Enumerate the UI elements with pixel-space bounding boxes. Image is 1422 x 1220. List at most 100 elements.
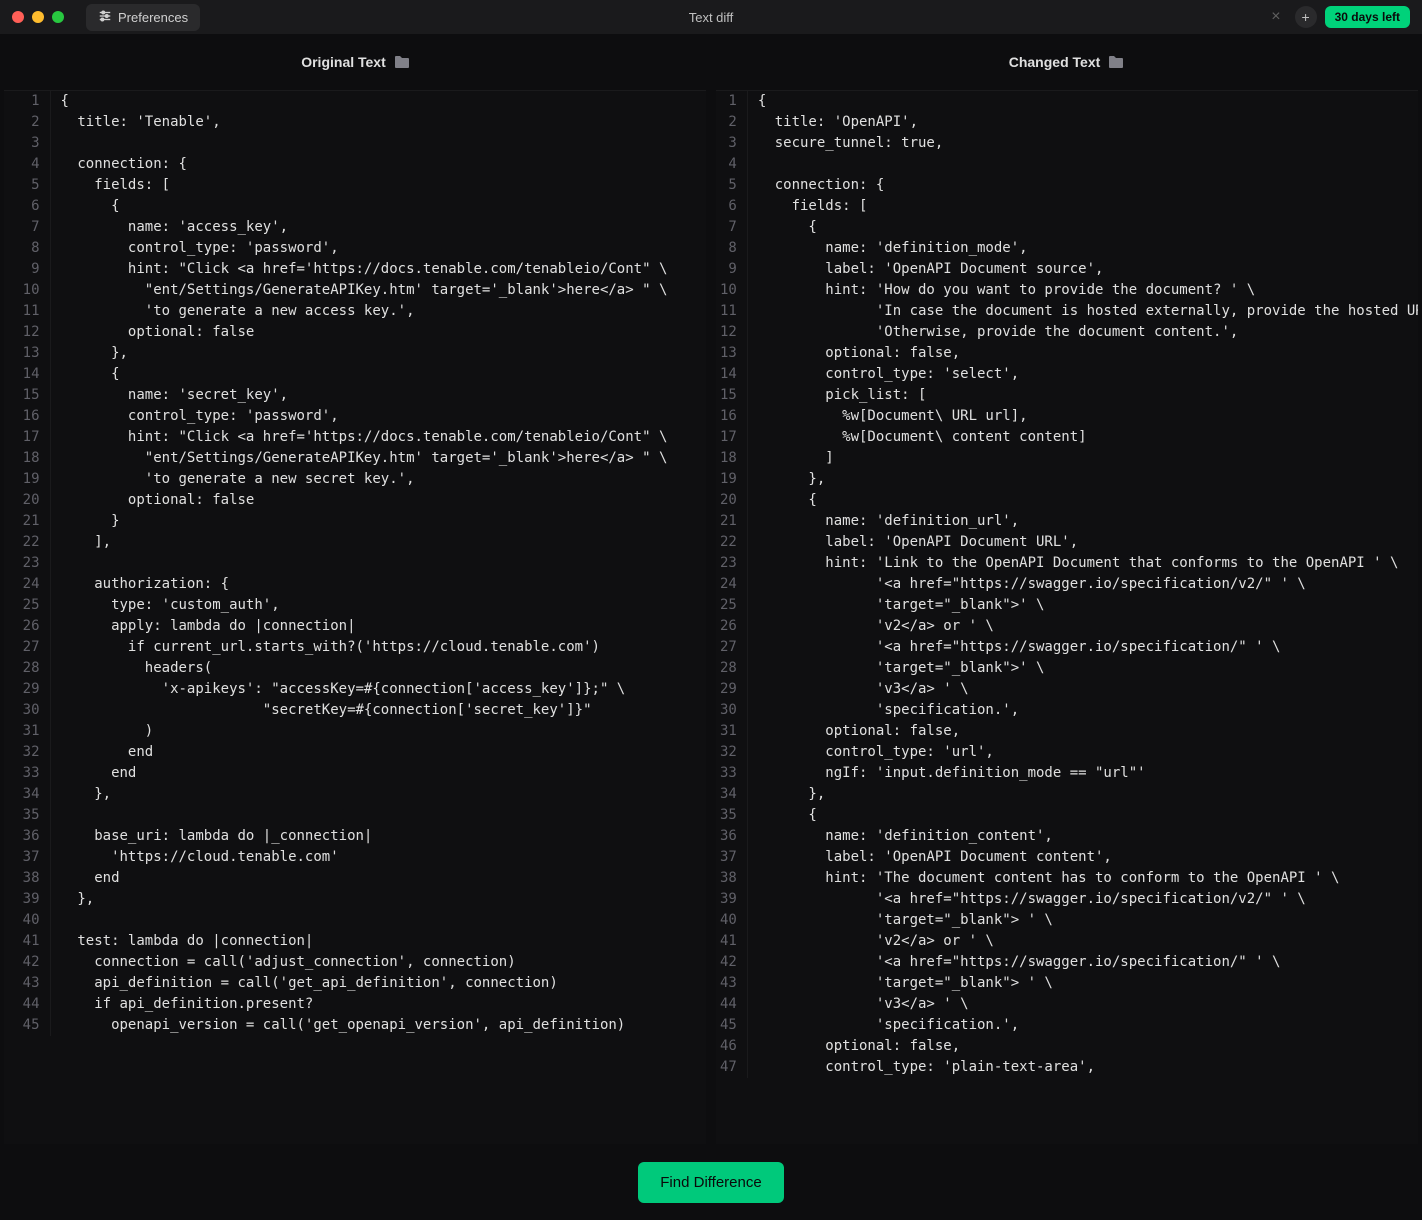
- code-line[interactable]: 2 title: 'OpenAPI',: [716, 112, 1418, 133]
- line-text[interactable]: {: [50, 91, 706, 112]
- code-line[interactable]: 24 authorization: {: [4, 574, 706, 595]
- code-line[interactable]: 40: [4, 910, 706, 931]
- code-line[interactable]: 4: [716, 154, 1418, 175]
- code-line[interactable]: 17 %w[Document\ content content]: [716, 427, 1418, 448]
- code-line[interactable]: 12 optional: false: [4, 322, 706, 343]
- line-text[interactable]: ): [50, 721, 706, 742]
- line-text[interactable]: "secretKey=#{connection['secret_key']}": [50, 700, 706, 721]
- line-text[interactable]: optional: false,: [747, 721, 1418, 742]
- code-line[interactable]: 29 'x-apikeys': "accessKey=#{connection[…: [4, 679, 706, 700]
- code-line[interactable]: 6 fields: [: [716, 196, 1418, 217]
- line-text[interactable]: api_definition = call('get_api_definitio…: [50, 973, 706, 994]
- line-text[interactable]: secure_tunnel: true,: [747, 133, 1418, 154]
- line-text[interactable]: 'target="_blank"> ' \: [747, 973, 1418, 994]
- code-line[interactable]: 20 optional: false: [4, 490, 706, 511]
- code-line[interactable]: 15 pick_list: [: [716, 385, 1418, 406]
- line-text[interactable]: pick_list: [: [747, 385, 1418, 406]
- code-line[interactable]: 26 'v2</a> or ' \: [716, 616, 1418, 637]
- line-text[interactable]: optional: false: [50, 490, 706, 511]
- code-line[interactable]: 26 apply: lambda do |connection|: [4, 616, 706, 637]
- code-line[interactable]: 41 test: lambda do |connection|: [4, 931, 706, 952]
- code-line[interactable]: 37 'https://cloud.tenable.com': [4, 847, 706, 868]
- line-text[interactable]: end: [50, 868, 706, 889]
- code-line[interactable]: 20 {: [716, 490, 1418, 511]
- line-text[interactable]: end: [50, 742, 706, 763]
- line-text[interactable]: ngIf: 'input.definition_mode == "url"': [747, 763, 1418, 784]
- line-text[interactable]: name: 'definition_content',: [747, 826, 1418, 847]
- code-line[interactable]: 43 api_definition = call('get_api_defini…: [4, 973, 706, 994]
- code-line[interactable]: 10 hint: 'How do you want to provide the…: [716, 280, 1418, 301]
- line-text[interactable]: [50, 805, 706, 826]
- code-line[interactable]: 23: [4, 553, 706, 574]
- code-line[interactable]: 24 '<a href="https://swagger.io/specific…: [716, 574, 1418, 595]
- add-tab-button[interactable]: +: [1295, 6, 1317, 28]
- line-text[interactable]: %w[Document\ content content]: [747, 427, 1418, 448]
- line-text[interactable]: '<a href="https://swagger.io/specificati…: [747, 637, 1418, 658]
- code-line[interactable]: 21 }: [4, 511, 706, 532]
- line-text[interactable]: label: 'OpenAPI Document source',: [747, 259, 1418, 280]
- code-line[interactable]: 14 control_type: 'select',: [716, 364, 1418, 385]
- line-text[interactable]: "ent/Settings/GenerateAPIKey.htm' target…: [50, 448, 706, 469]
- code-line[interactable]: 9 hint: "Click <a href='https://docs.ten…: [4, 259, 706, 280]
- line-text[interactable]: 'to generate a new secret key.',: [50, 469, 706, 490]
- line-text[interactable]: fields: [: [50, 175, 706, 196]
- line-text[interactable]: 'to generate a new access key.',: [50, 301, 706, 322]
- line-text[interactable]: openapi_version = call('get_openapi_vers…: [50, 1015, 706, 1036]
- line-text[interactable]: 'target="_blank">' \: [747, 595, 1418, 616]
- line-text[interactable]: fields: [: [747, 196, 1418, 217]
- code-line[interactable]: 46 optional: false,: [716, 1036, 1418, 1057]
- code-line[interactable]: 30 "secretKey=#{connection['secret_key']…: [4, 700, 706, 721]
- line-text[interactable]: },: [747, 469, 1418, 490]
- line-text[interactable]: control_type: 'plain-text-area',: [747, 1057, 1418, 1078]
- line-text[interactable]: hint: 'The document content has to confo…: [747, 868, 1418, 889]
- line-text[interactable]: },: [747, 784, 1418, 805]
- code-line[interactable]: 17 hint: "Click <a href='https://docs.te…: [4, 427, 706, 448]
- code-line[interactable]: 18 ]: [716, 448, 1418, 469]
- code-line[interactable]: 1{: [4, 91, 706, 112]
- code-line[interactable]: 32 end: [4, 742, 706, 763]
- code-line[interactable]: 15 name: 'secret_key',: [4, 385, 706, 406]
- line-text[interactable]: connection: {: [50, 154, 706, 175]
- line-text[interactable]: control_type: 'password',: [50, 406, 706, 427]
- code-line[interactable]: 29 'v3</a> ' \: [716, 679, 1418, 700]
- line-text[interactable]: 'https://cloud.tenable.com': [50, 847, 706, 868]
- code-line[interactable]: 36 name: 'definition_content',: [716, 826, 1418, 847]
- code-line[interactable]: 35 {: [716, 805, 1418, 826]
- line-text[interactable]: 'In case the document is hosted external…: [747, 301, 1418, 322]
- code-line[interactable]: 39 },: [4, 889, 706, 910]
- code-line[interactable]: 44 'v3</a> ' \: [716, 994, 1418, 1015]
- line-text[interactable]: name: 'access_key',: [50, 217, 706, 238]
- line-text[interactable]: {: [747, 490, 1418, 511]
- line-text[interactable]: headers(: [50, 658, 706, 679]
- code-line[interactable]: 16 %w[Document\ URL url],: [716, 406, 1418, 427]
- code-line[interactable]: 22 label: 'OpenAPI Document URL',: [716, 532, 1418, 553]
- window-minimize[interactable]: [32, 11, 44, 23]
- code-content[interactable]: 1{2 title: 'Tenable',34 connection: {5 f…: [4, 91, 706, 1036]
- line-text[interactable]: apply: lambda do |connection|: [50, 616, 706, 637]
- code-line[interactable]: 39 '<a href="https://swagger.io/specific…: [716, 889, 1418, 910]
- line-text[interactable]: },: [50, 889, 706, 910]
- line-text[interactable]: },: [50, 784, 706, 805]
- code-line[interactable]: 40 'target="_blank"> ' \: [716, 910, 1418, 931]
- code-line[interactable]: 7 {: [716, 217, 1418, 238]
- code-line[interactable]: 31 optional: false,: [716, 721, 1418, 742]
- code-line[interactable]: 5 connection: {: [716, 175, 1418, 196]
- line-text[interactable]: base_uri: lambda do |_connection|: [50, 826, 706, 847]
- code-line[interactable]: 45 openapi_version = call('get_openapi_v…: [4, 1015, 706, 1036]
- line-text[interactable]: test: lambda do |connection|: [50, 931, 706, 952]
- code-line[interactable]: 41 'v2</a> or ' \: [716, 931, 1418, 952]
- line-text[interactable]: '<a href="https://swagger.io/specificati…: [747, 952, 1418, 973]
- code-line[interactable]: 13 optional: false,: [716, 343, 1418, 364]
- line-text[interactable]: optional: false,: [747, 343, 1418, 364]
- line-text[interactable]: 'specification.',: [747, 700, 1418, 721]
- code-line[interactable]: 42 connection = call('adjust_connection'…: [4, 952, 706, 973]
- line-text[interactable]: [50, 133, 706, 154]
- line-text[interactable]: {: [747, 91, 1418, 112]
- folder-open-icon[interactable]: [1108, 55, 1124, 69]
- line-text[interactable]: {: [747, 805, 1418, 826]
- line-text[interactable]: title: 'OpenAPI',: [747, 112, 1418, 133]
- line-text[interactable]: 'x-apikeys': "accessKey=#{connection['ac…: [50, 679, 706, 700]
- line-text[interactable]: 'target="_blank">' \: [747, 658, 1418, 679]
- line-text[interactable]: connection = call('adjust_connection', c…: [50, 952, 706, 973]
- window-close[interactable]: [12, 11, 24, 23]
